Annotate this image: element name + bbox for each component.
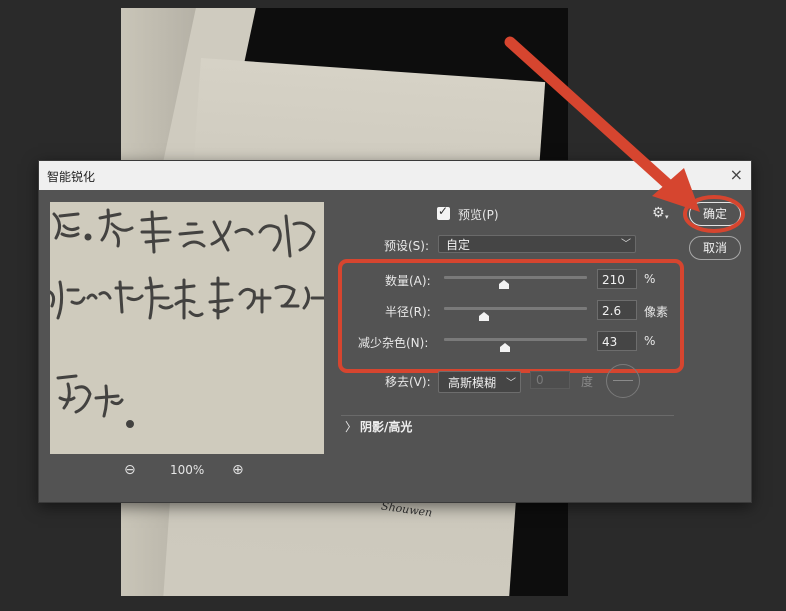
shadows-highlights-section[interactable]: 阴影/高光 bbox=[360, 418, 412, 435]
preset-label: 预设(S): bbox=[384, 239, 430, 253]
preview-label: 预览(P) bbox=[458, 208, 499, 222]
remove-value: 高斯模糊 bbox=[448, 376, 497, 390]
zoom-out-icon[interactable]: ⊖ bbox=[124, 462, 136, 478]
zoom-level: 100% bbox=[170, 463, 205, 477]
zoom-controls: ⊖ 100% ⊕ bbox=[124, 462, 254, 480]
preset-value: 自定 bbox=[446, 238, 471, 252]
zoom-in-icon[interactable]: ⊕ bbox=[232, 462, 244, 478]
preview-checkbox[interactable] bbox=[437, 204, 450, 220]
chevron-right-icon[interactable]: 〉 bbox=[345, 418, 357, 435]
annotation-highlight-box bbox=[338, 259, 684, 373]
angle-dial[interactable] bbox=[606, 364, 640, 398]
chevron-down-icon[interactable]: ▾ bbox=[665, 213, 669, 221]
smart-sharpen-dialog: 智能锐化 × ⊖ 100% ⊕ ✓ 预览(P) ⚙ ▾ 预设(S): 自定 ﹀ … bbox=[38, 160, 752, 503]
dialog-title: 智能锐化 bbox=[47, 170, 96, 184]
section-divider bbox=[341, 415, 674, 416]
close-icon[interactable]: × bbox=[730, 165, 743, 184]
cancel-button[interactable]: 取消 bbox=[689, 236, 741, 260]
angle-unit: 度 bbox=[581, 375, 594, 389]
chevron-down-icon: ﹀ bbox=[506, 378, 516, 389]
remove-blur-select[interactable]: 高斯模糊 ﹀ bbox=[438, 371, 521, 393]
preset-select[interactable]: 自定 ﹀ bbox=[438, 235, 636, 253]
preview-image[interactable] bbox=[50, 202, 324, 454]
remove-label: 移去(V): bbox=[385, 375, 431, 389]
angle-input[interactable]: 0 bbox=[530, 371, 570, 389]
dialog-titlebar: 智能锐化 × bbox=[39, 161, 751, 190]
gear-icon[interactable]: ⚙ bbox=[652, 205, 665, 221]
chevron-down-icon: ﹀ bbox=[621, 239, 631, 250]
handwriting-sample-image bbox=[50, 208, 324, 428]
ok-button[interactable]: 确定 bbox=[689, 202, 741, 226]
